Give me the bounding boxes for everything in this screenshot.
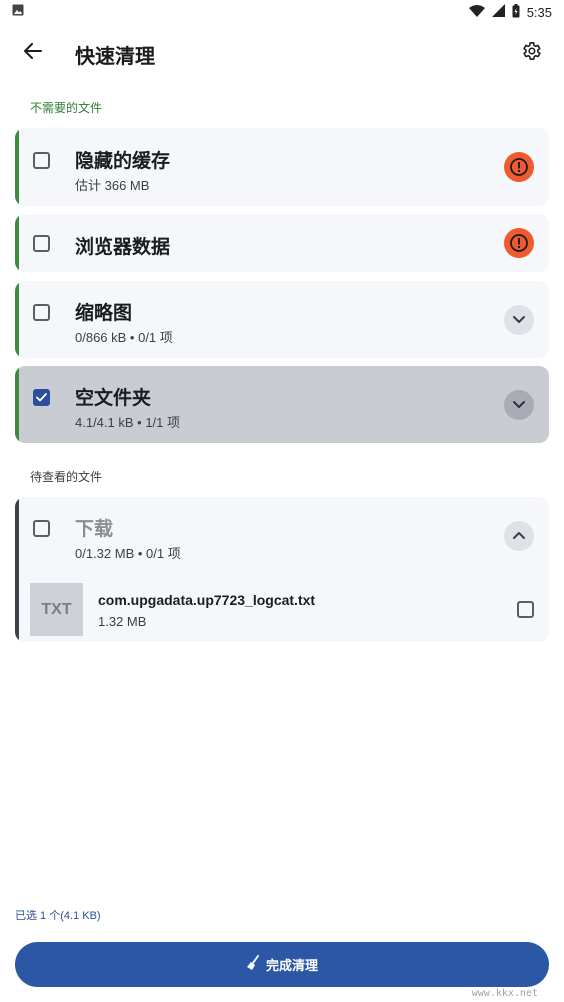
arrow-back-icon (24, 42, 42, 64)
card-empty-folders[interactable]: 空文件夹 4.1/4.1 kB • 1/1 项 (15, 366, 549, 443)
card-subtitle: 0/1.32 MB • 0/1 项 (75, 546, 181, 561)
chevron-down-icon (512, 396, 526, 414)
warning-icon[interactable] (504, 152, 534, 182)
page-title: 快速清理 (75, 46, 155, 68)
broom-icon (246, 955, 260, 974)
card-title: 缩略图 (75, 303, 133, 324)
card-title: 浏览器数据 (75, 237, 171, 258)
expand-button[interactable] (504, 305, 534, 335)
card-accent (15, 128, 19, 206)
card-subtitle: 4.1/4.1 kB • 1/1 项 (75, 415, 180, 430)
card-subtitle: 0/866 kB • 0/1 项 (75, 330, 173, 345)
card-accent (15, 497, 19, 642)
card-checkbox[interactable] (33, 304, 50, 321)
finish-cleanup-button[interactable]: 完成清理 (15, 942, 549, 987)
section-header-review: 待查看的文件 (30, 470, 103, 484)
card-accent (15, 366, 19, 443)
settings-button[interactable] (516, 38, 546, 68)
card-title: 空文件夹 (75, 388, 152, 409)
finish-cleanup-label: 完成清理 (265, 958, 318, 973)
file-thumbnail: TXT (30, 583, 83, 636)
section-header-unneeded: 不需要的文件 (30, 101, 103, 115)
chevron-up-icon (512, 527, 526, 545)
card-browser-data[interactable]: 浏览器数据 (15, 214, 549, 272)
card-title: 隐藏的缓存 (75, 151, 171, 172)
chevron-down-icon (512, 311, 526, 329)
file-size: 1.32 MB (98, 614, 147, 629)
card-accent (15, 281, 19, 358)
file-name[interactable]: com.upgadata.up7723_logcat.txt (98, 592, 315, 608)
app-bar: 快速清理 (0, 24, 564, 80)
status-bar: 5:35 (0, 0, 564, 24)
signal-icon (491, 4, 505, 20)
card-subtitle: 估计 366 MB (75, 178, 150, 193)
status-time: 5:35 (526, 4, 552, 20)
file-checkbox[interactable] (517, 601, 534, 618)
card-checkbox-checked[interactable] (33, 389, 50, 406)
selection-summary: 已选 1 个(4.1 KB) (15, 910, 101, 922)
card-downloads[interactable]: 下载 0/1.32 MB • 0/1 项 TXT com.upgadata.up… (15, 497, 549, 642)
warning-icon[interactable] (504, 228, 534, 258)
card-hidden-cache[interactable]: 隐藏的缓存 估计 366 MB (15, 128, 549, 206)
card-title: 下载 (75, 519, 114, 540)
expand-button[interactable] (504, 390, 534, 420)
card-checkbox[interactable] (33, 520, 50, 537)
card-checkbox[interactable] (33, 152, 50, 169)
gear-icon (520, 40, 542, 67)
wifi-icon (468, 4, 485, 20)
collapse-button[interactable] (504, 521, 534, 551)
back-button[interactable] (18, 38, 48, 68)
card-thumbnails[interactable]: 缩略图 0/866 kB • 0/1 项 (15, 281, 549, 358)
battery-icon (512, 3, 520, 21)
image-icon (12, 3, 24, 21)
card-checkbox[interactable] (33, 235, 50, 252)
card-accent (15, 214, 19, 272)
check-icon (36, 389, 47, 407)
watermark: www.kkx.net (471, 988, 538, 999)
